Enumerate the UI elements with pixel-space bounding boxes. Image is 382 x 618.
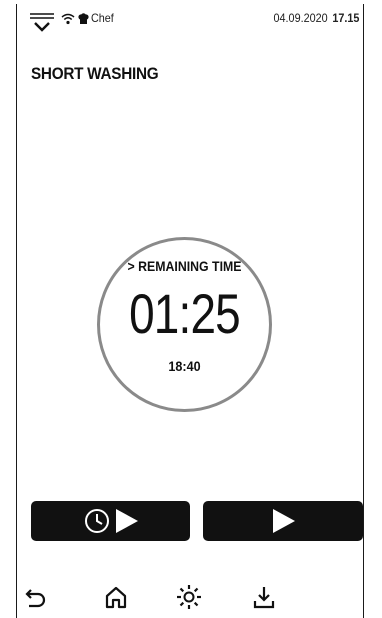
profile-label: Chef [91,11,114,25]
start-button[interactable] [203,501,363,541]
remaining-time-label: > REMAINING TIME [127,258,242,274]
dropdown-menu-icon[interactable] [29,11,55,35]
play-icon [115,509,138,533]
page-title: SHORT WASHING [31,64,159,83]
remaining-time-dial: > REMAINING TIME 01:25 18:40 [97,237,272,412]
delayed-start-icons [31,501,190,541]
light-icon[interactable] [174,582,204,612]
back-icon[interactable] [19,582,49,612]
device-screen: Chef 04.09.2020 17.15 SHORT WASHING > RE… [16,4,364,618]
end-time: 18:40 [168,358,201,374]
date-label: 04.09.2020 [273,11,328,25]
datetime: 04.09.2020 17.15 [273,11,359,25]
download-icon[interactable] [249,582,279,612]
remaining-time-value: 01:25 [129,282,241,345]
bottom-navigation [17,582,363,616]
chef-hat-icon [78,12,89,24]
time-label: 17.15 [331,11,359,25]
wifi-icon [61,12,75,25]
start-icon-wrap [203,501,363,541]
play-icon [273,509,295,533]
status-bar: Chef 04.09.2020 17.15 [17,8,363,36]
home-icon[interactable] [101,582,131,612]
clock-icon [84,509,109,533]
delayed-start-button[interactable] [31,501,190,541]
